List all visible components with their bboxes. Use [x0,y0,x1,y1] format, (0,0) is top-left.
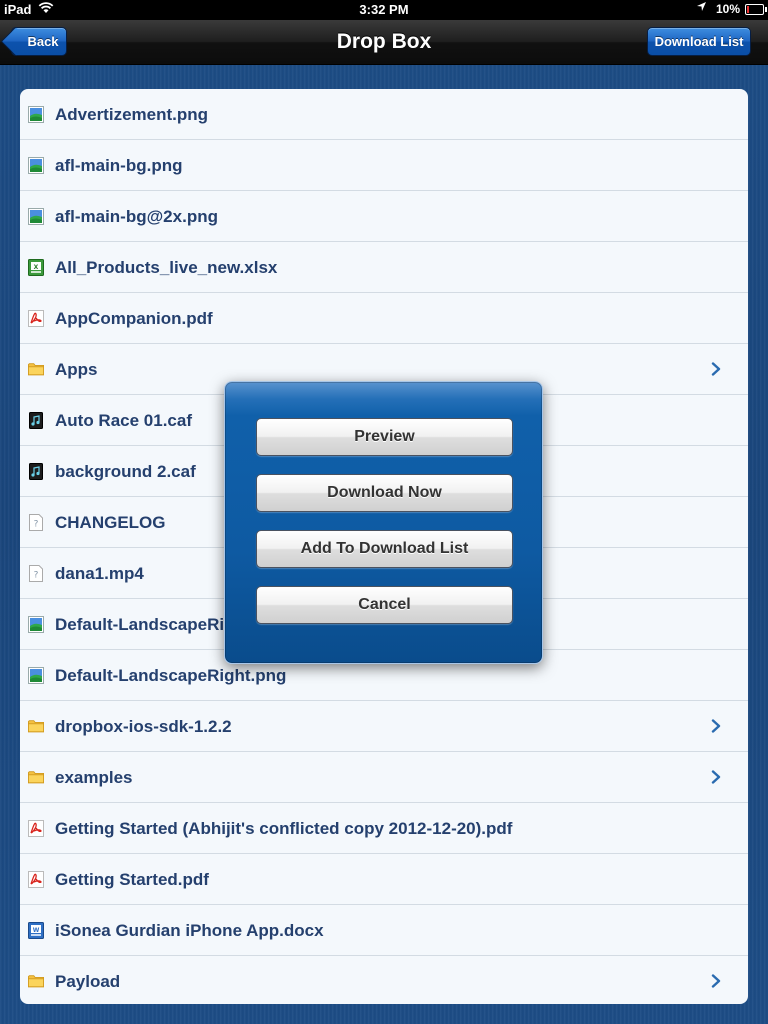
image-file-icon [28,156,44,174]
folder-icon [28,717,44,735]
file-row[interactable]: AppCompanion.pdf [20,293,748,344]
svg-text:W: W [33,927,40,934]
image-file-icon [28,666,44,684]
file-row[interactable]: Getting Started.pdf [20,854,748,905]
file-name: Payload [55,972,121,991]
folder-row[interactable]: Payload [20,956,748,1004]
file-action-popover: Preview Download Now Add To Download Lis… [224,381,543,664]
chevron-right-icon [708,718,724,734]
chevron-right-icon [708,973,724,989]
chevron-right-icon [708,769,724,785]
word-file-icon: W [28,921,44,939]
file-row[interactable]: WiSonea Gurdian iPhone App.docx [20,905,748,956]
file-row[interactable]: Getting Started (Abhijit's conflicted co… [20,803,748,854]
back-button[interactable]: Back [11,27,67,56]
file-row[interactable]: X All_Products_live_new.xlsx [20,242,748,293]
file-row[interactable]: Advertizement.png [20,89,748,140]
folder-row[interactable]: examples [20,752,748,803]
location-arrow-icon [696,1,707,15]
preview-button[interactable]: Preview [256,418,513,456]
image-file-icon [28,207,44,225]
navigation-bar: Back Drop Box Download List [0,20,768,65]
image-file-icon [28,105,44,123]
unknown-file-icon: ? [28,564,44,582]
add-to-download-list-button[interactable]: Add To Download List [256,530,513,568]
file-name: Apps [55,360,98,379]
file-name: afl-main-bg.png [55,156,183,175]
file-row[interactable]: afl-main-bg.png [20,140,748,191]
image-file-icon [28,615,44,633]
file-name: Getting Started (Abhijit's conflicted co… [55,819,513,838]
file-name: All_Products_live_new.xlsx [55,258,278,277]
svg-text:?: ? [34,570,39,580]
clock: 3:32 PM [359,2,409,17]
status-bar: iPad 3:32 PM 10% [0,0,768,20]
audio-file-icon [28,462,44,480]
cancel-button[interactable]: Cancel [256,586,513,624]
pdf-file-icon [28,870,44,888]
file-name: AppCompanion.pdf [55,309,213,328]
svg-text:?: ? [34,519,39,529]
folder-icon [28,768,44,786]
file-name: examples [55,768,133,787]
download-list-button[interactable]: Download List [647,27,751,56]
pdf-file-icon [28,309,44,327]
folder-icon [28,360,44,378]
file-name: dropbox-ios-sdk-1.2.2 [55,717,232,736]
battery-percent: 10% [716,2,741,16]
file-name: iSonea Gurdian iPhone App.docx [55,921,324,940]
file-name: dana1.mp4 [55,564,144,583]
folder-row[interactable]: dropbox-ios-sdk-1.2.2 [20,701,748,752]
folder-icon [28,972,44,990]
download-now-button[interactable]: Download Now [256,474,513,512]
excel-file-icon: X [28,258,44,276]
chevron-right-icon [708,361,724,377]
audio-file-icon [28,411,44,429]
battery-icon [745,4,767,15]
file-name: afl-main-bg@2x.png [55,207,218,226]
file-name: Getting Started.pdf [55,870,209,889]
file-name: Advertizement.png [55,105,209,124]
pdf-file-icon [28,819,44,837]
file-name: CHANGELOG [55,513,166,532]
file-name: Auto Race 01.caf [55,411,192,430]
file-row[interactable]: afl-main-bg@2x.png [20,191,748,242]
svg-text:X: X [34,264,39,271]
unknown-file-icon: ? [28,513,44,531]
file-name: background 2.caf [55,462,196,481]
